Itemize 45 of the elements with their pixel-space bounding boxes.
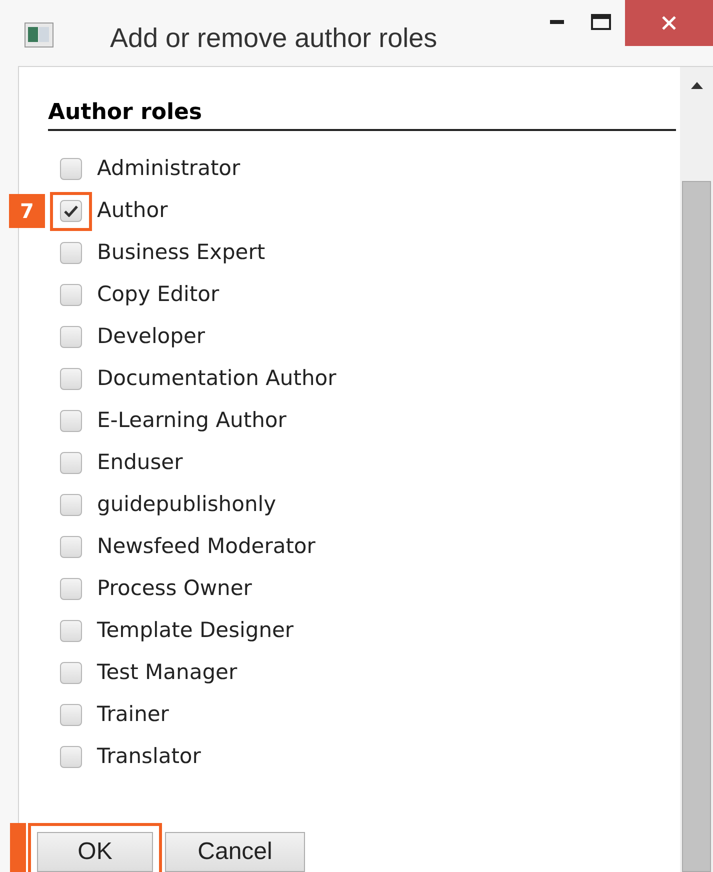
dialog-button[interactable]: Cancel [165,832,305,872]
checkbox[interactable] [60,326,82,348]
minimize-icon [550,20,564,24]
checkbox[interactable] [60,452,82,474]
checkbox[interactable] [60,242,82,264]
role-label: guidepublishonly [97,491,276,518]
maximize-icon [591,14,611,30]
role-label: Business Expert [97,239,266,266]
dialog-button[interactable]: OK [37,832,153,872]
scroll-up-icon [690,81,702,89]
scrollbar[interactable] [680,67,713,872]
checkbox[interactable] [60,284,82,306]
role-label: Trainer [97,701,169,728]
checkbox[interactable] [60,704,82,726]
checkmark-icon [64,205,78,217]
checkbox[interactable] [60,158,82,180]
role-label: Developer [97,323,206,350]
scrollbar-thumb[interactable] [682,181,711,872]
role-label: Template Designer [97,617,294,644]
checkbox[interactable] [60,536,82,558]
role-label: Process Owner [97,575,252,602]
section-heading: Author roles [48,99,676,131]
close-icon [661,15,677,31]
window-title: Add or remove author roles [110,22,438,55]
checkbox[interactable] [60,662,82,684]
checkbox[interactable] [60,578,82,600]
checkbox[interactable] [60,368,82,390]
role-label: Author [97,197,168,224]
role-label: Copy Editor [97,281,220,308]
callout-badge: 7 [9,194,45,228]
app-icon [24,22,54,48]
checkbox[interactable] [60,620,82,642]
checkbox[interactable] [60,746,82,768]
role-label: E-Learning Author [97,407,286,434]
checkbox[interactable] [60,410,82,432]
checkbox[interactable] [60,494,82,516]
callout-badge [10,823,26,872]
role-label: Documentation Author [97,365,336,392]
checkbox[interactable] [60,200,82,222]
callout-frame [50,192,92,231]
role-label: Newsfeed Moderator [97,533,316,560]
role-label: Administrator [97,155,240,182]
role-label: Test Manager [97,659,238,686]
role-label: Enduser [97,449,183,476]
role-label: Translator [97,743,201,770]
